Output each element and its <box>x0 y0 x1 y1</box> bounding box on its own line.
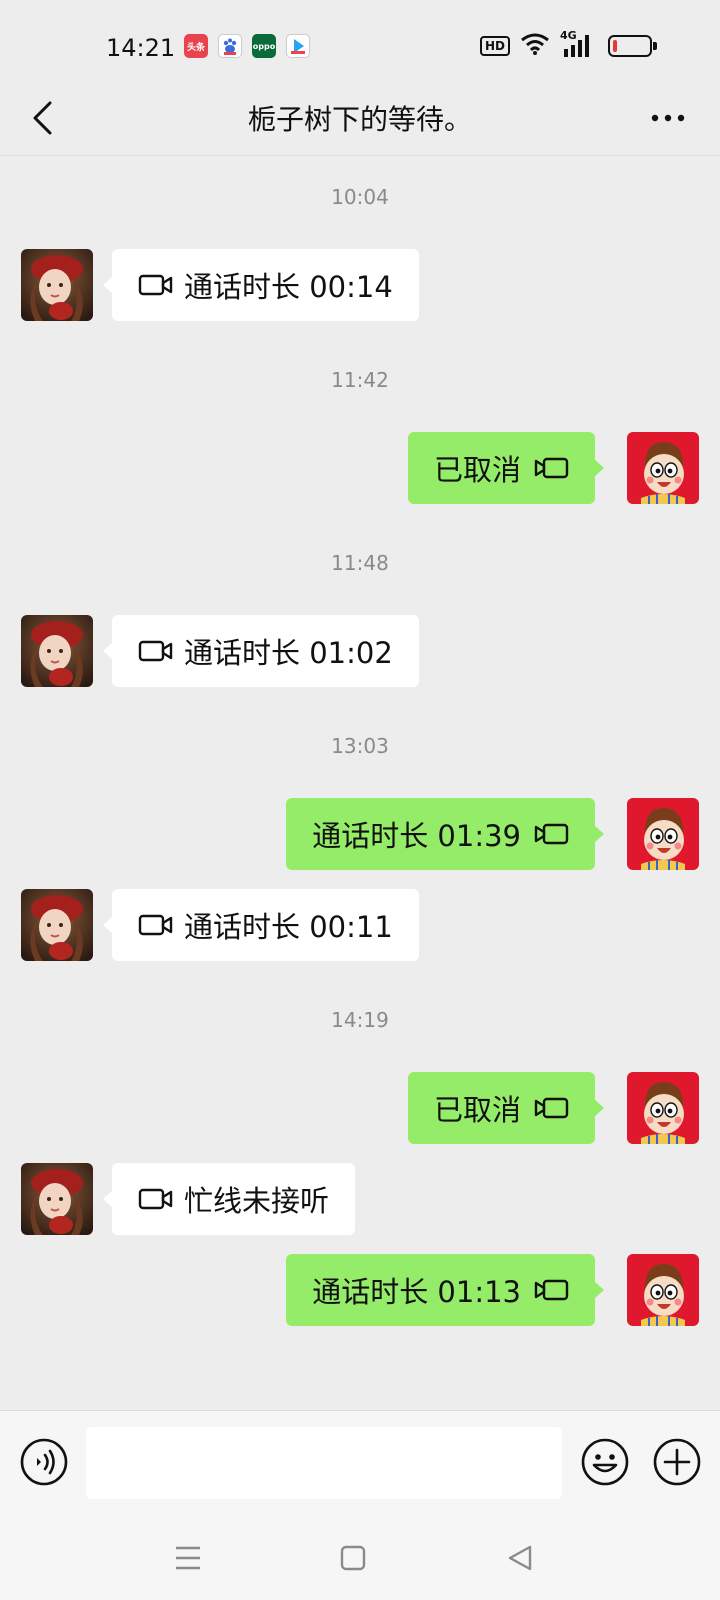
video-call-icon <box>138 1187 174 1211</box>
toutiao-app-icon: 头条 <box>184 34 208 58</box>
video-call-bubble[interactable]: 已取消 <box>407 432 605 504</box>
video-app-icon <box>286 34 310 58</box>
system-nav-bar <box>0 1516 720 1600</box>
home-nav-button[interactable] <box>333 1538 373 1578</box>
received-call-message: 通话时长 00:11 <box>0 889 720 961</box>
my-avatar[interactable] <box>627 1072 699 1144</box>
video-call-bubble[interactable]: 忙线未接听 <box>102 1163 356 1235</box>
input-bar <box>0 1410 720 1516</box>
video-call-icon <box>138 639 174 663</box>
my-avatar[interactable] <box>627 1254 699 1326</box>
hd-badge: HD <box>479 36 510 56</box>
video-call-bubble[interactable]: 通话时长 01:02 <box>103 615 419 687</box>
more-dots-icon <box>651 114 685 122</box>
video-call-bubble[interactable]: 通话时长 00:14 <box>103 249 419 321</box>
video-call-icon <box>533 822 569 846</box>
signal-icon: 4G <box>560 29 594 59</box>
message-timestamp: 13:03 <box>331 734 389 758</box>
video-call-bubble[interactable]: 通话时长 01:39 <box>286 798 604 870</box>
call-status-text: 已取消 <box>433 453 521 487</box>
contact-avatar[interactable] <box>21 1163 93 1235</box>
video-call-icon <box>533 1096 569 1120</box>
my-avatar[interactable] <box>627 798 699 870</box>
message-timestamp: 11:48 <box>331 551 389 575</box>
status-time: 14:21 <box>106 34 176 62</box>
baidu-app-icon <box>218 34 242 58</box>
home-square-icon <box>340 1545 366 1571</box>
call-status-text: 通话时长 01:02 <box>184 636 393 670</box>
sent-call-message: 通话时长 01:39 <box>0 798 720 870</box>
contact-avatar[interactable] <box>21 615 93 687</box>
message-input[interactable] <box>86 1427 562 1499</box>
voice-icon <box>20 1438 68 1486</box>
oppo-app-icon: oppo <box>252 34 276 58</box>
status-bar: 14:21 头条 oppo HD 4G <box>0 0 720 92</box>
call-status-text: 通话时长 01:13 <box>312 1275 521 1309</box>
wifi-icon <box>520 32 550 60</box>
menu-nav-button[interactable] <box>168 1538 208 1578</box>
emoji-icon <box>581 1438 629 1486</box>
network-type-label: 4G <box>560 29 577 42</box>
notification-app-icons: 头条 oppo <box>184 34 310 58</box>
plus-icon <box>653 1438 701 1486</box>
call-status-text: 通话时长 00:11 <box>184 910 393 944</box>
video-call-bubble[interactable]: 通话时长 00:11 <box>103 889 419 961</box>
contact-avatar[interactable] <box>21 249 93 321</box>
received-call-message: 通话时长 01:02 <box>0 615 720 687</box>
my-avatar[interactable] <box>627 432 699 504</box>
back-nav-button[interactable] <box>500 1538 540 1578</box>
voice-button[interactable] <box>19 1437 69 1487</box>
video-call-icon <box>533 1278 569 1302</box>
call-status-text: 通话时长 00:14 <box>184 270 393 304</box>
video-call-bubble[interactable]: 已取消 <box>407 1072 605 1144</box>
call-status-text: 已取消 <box>433 1093 521 1127</box>
battery-level <box>613 40 617 52</box>
call-status-text: 通话时长 01:39 <box>312 819 521 853</box>
menu-icon <box>176 1546 200 1570</box>
back-triangle-icon <box>508 1545 532 1571</box>
sent-call-message: 已取消 <box>0 1072 720 1144</box>
call-status-text: 忙线未接听 <box>184 1184 330 1218</box>
battery-icon <box>608 35 657 57</box>
video-call-icon <box>138 273 174 297</box>
chat-title: 栀子树下的等待。 <box>247 103 472 136</box>
video-call-icon <box>138 913 174 937</box>
sent-call-message: 已取消 <box>0 432 720 504</box>
received-call-message: 忙线未接听 <box>0 1163 720 1235</box>
video-call-bubble[interactable]: 通话时长 01:13 <box>286 1254 604 1326</box>
contact-avatar[interactable] <box>21 889 93 961</box>
message-timestamp: 14:19 <box>331 1008 389 1032</box>
message-timestamp: 11:42 <box>331 368 389 392</box>
chat-header: 栀子树下的等待。 <box>0 80 720 156</box>
message-timestamp: 10:04 <box>331 185 389 209</box>
message-list[interactable]: 10:04 通话时长 00:14 11:42 已取消 11:48 通话时长 01:02 13… <box>0 157 720 1410</box>
received-call-message: 通话时长 00:14 <box>0 249 720 321</box>
video-call-icon <box>533 456 569 480</box>
more-options-button[interactable] <box>640 94 696 142</box>
status-indicators: HD 4G <box>479 29 657 60</box>
sent-call-message: 通话时长 01:13 <box>0 1254 720 1326</box>
emoji-button[interactable] <box>580 1437 630 1487</box>
more-functions-button[interactable] <box>652 1437 702 1487</box>
